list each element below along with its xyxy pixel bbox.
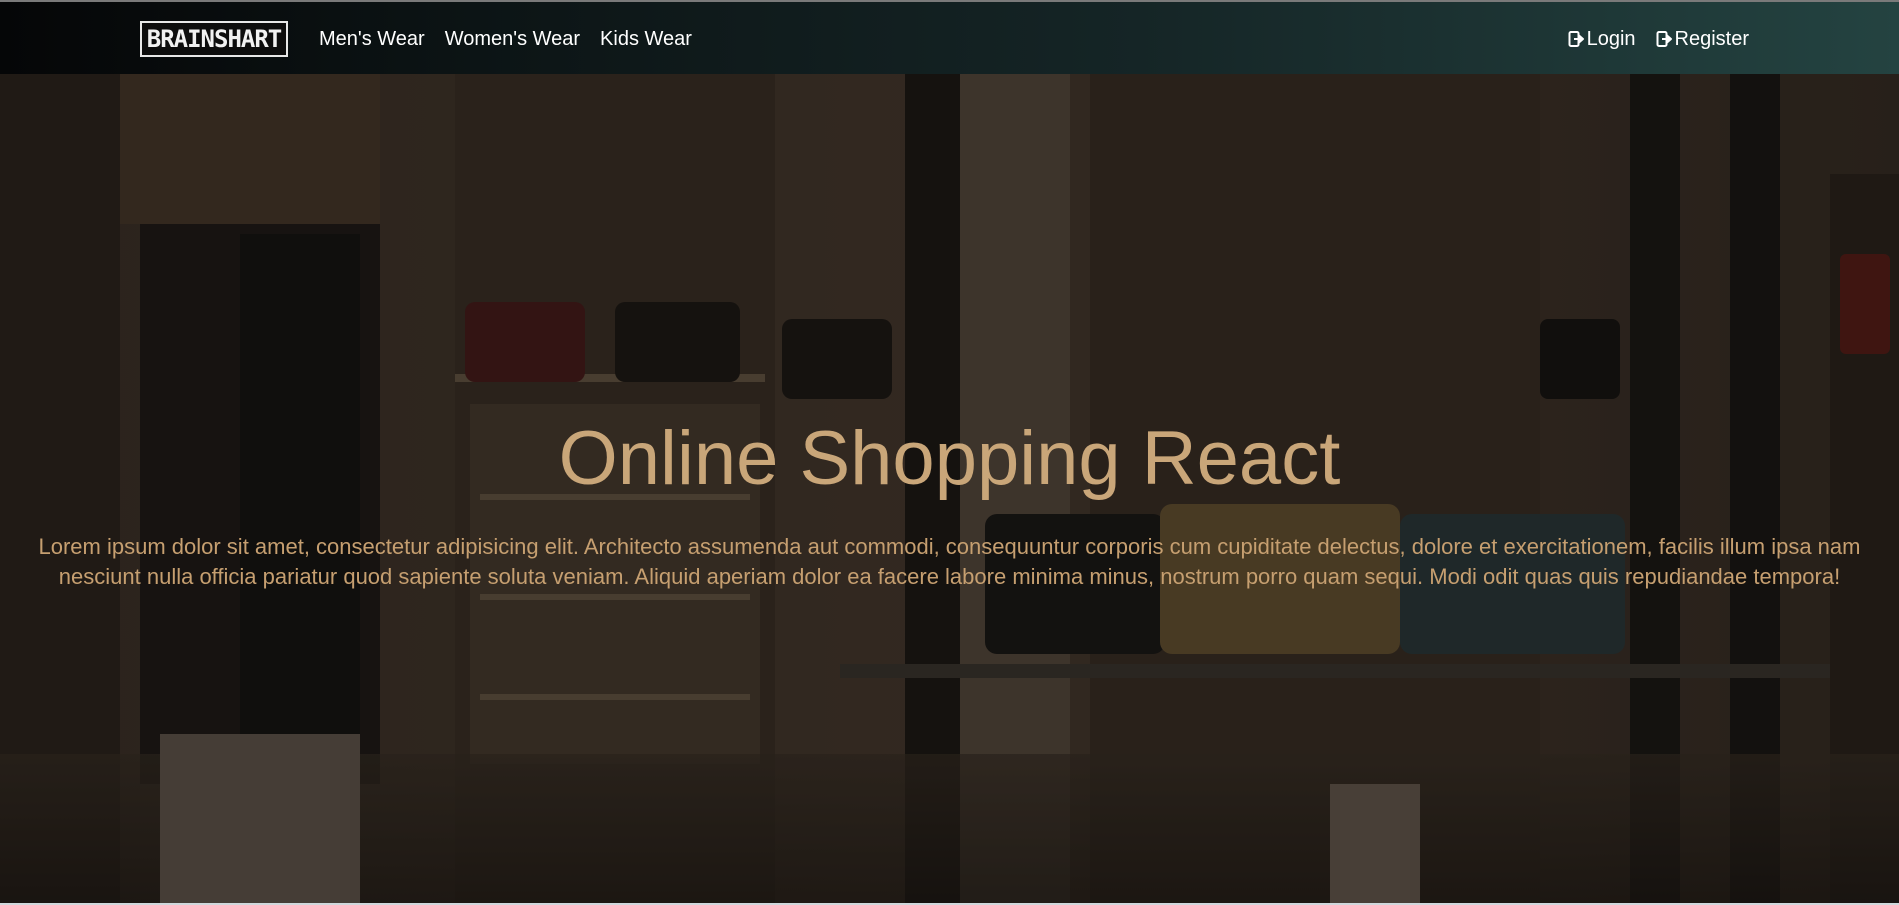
nav-link-kids-wear[interactable]: Kids Wear <box>600 26 692 52</box>
register-link[interactable]: Register <box>1656 26 1749 52</box>
nav-links: Men's Wear Women's Wear Kids Wear <box>319 26 692 52</box>
sign-in-icon <box>1568 31 1584 47</box>
hero-description: Lorem ipsum dolor sit amet, consectetur … <box>38 534 1861 589</box>
nav-link-womens-wear[interactable]: Women's Wear <box>445 26 580 52</box>
nav-link-mens-wear[interactable]: Men's Wear <box>319 26 425 52</box>
register-label: Register <box>1674 28 1749 50</box>
hero-section: Online Shopping React Lorem ipsum dolor … <box>0 74 1899 903</box>
navbar: BRAINSHART Men's Wear Women's Wear Kids … <box>0 0 1899 74</box>
login-label: Login <box>1586 28 1636 50</box>
sign-in-icon <box>1656 31 1672 47</box>
brand-logo[interactable]: BRAINSHART <box>140 21 288 57</box>
page: BRAINSHART Men's Wear Women's Wear Kids … <box>0 0 1899 905</box>
auth-links: Login Register <box>1568 26 1749 52</box>
hero-title: Online Shopping React <box>558 416 1341 501</box>
login-link[interactable]: Login <box>1568 26 1636 52</box>
